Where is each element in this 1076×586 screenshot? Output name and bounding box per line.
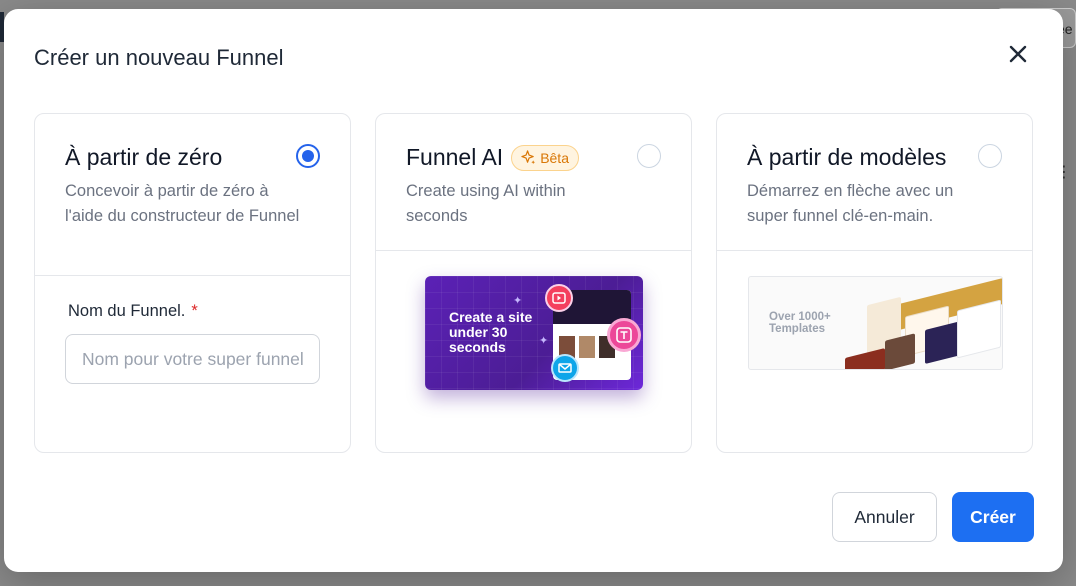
divider <box>376 250 691 251</box>
create-funnel-modal: Créer un nouveau Funnel À partir de zéro… <box>4 9 1063 572</box>
option-card-header: À partir de modèles Démarrez en flèche a… <box>717 114 1032 229</box>
beta-badge: Bêta <box>511 144 579 171</box>
ai-preview-image: Create a site under 30 seconds ✦ ✦ <box>425 276 643 390</box>
text-icon <box>607 318 641 352</box>
mail-icon <box>551 354 579 382</box>
sparkle-icon: ✦ <box>513 295 523 307</box>
funnel-name-label: Nom du Funnel. * <box>68 302 198 321</box>
beta-badge-label: Bêta <box>540 149 569 166</box>
close-button[interactable] <box>1003 39 1033 69</box>
option-radio-templates[interactable] <box>978 144 1002 168</box>
option-radio-ai[interactable] <box>637 144 661 168</box>
funnel-name-label-text: Nom du Funnel. <box>68 302 186 320</box>
divider <box>35 275 350 276</box>
option-card-templates[interactable]: À partir de modèles Démarrez en flèche a… <box>716 113 1033 453</box>
sparkle-icon: ✦ <box>539 335 549 347</box>
option-card-header: Funnel AI Bêta Create using AI within se… <box>376 114 691 229</box>
required-mark: * <box>191 302 198 320</box>
ai-preview-text: Create a site under 30 seconds <box>449 309 533 355</box>
template-thumbnail <box>845 348 885 369</box>
option-title: À partir de zéro <box>65 144 223 170</box>
option-description: Concevoir à partir de zéro à l'aide du c… <box>65 182 300 225</box>
option-title: À partir de modèles <box>747 144 947 170</box>
option-title: Funnel AI <box>406 144 504 170</box>
divider <box>717 250 1032 251</box>
option-card-scratch[interactable]: À partir de zéro Concevoir à partir de z… <box>34 113 351 453</box>
sparkle-icon <box>521 150 536 165</box>
close-icon <box>1009 45 1027 63</box>
option-card-header: À partir de zéro Concevoir à partir de z… <box>35 114 350 229</box>
funnel-options: À partir de zéro Concevoir à partir de z… <box>34 113 1034 453</box>
option-title-row: Funnel AI Bêta <box>406 144 661 171</box>
templates-preview-text: Over 1000+ Templates <box>769 311 831 335</box>
create-button[interactable]: Créer <box>952 492 1034 542</box>
option-radio-scratch[interactable] <box>296 144 320 168</box>
option-card-ai[interactable]: Funnel AI Bêta Create using AI within se… <box>375 113 692 453</box>
template-thumbnail <box>885 333 915 369</box>
funnel-name-input[interactable] <box>65 334 320 384</box>
modal-title: Créer un nouveau Funnel <box>34 45 284 70</box>
templates-preview-image: Over 1000+ Templates <box>748 276 1003 370</box>
cancel-button[interactable]: Annuler <box>832 492 937 542</box>
template-thumbnail <box>957 299 1001 359</box>
option-description: Create using AI within seconds <box>406 182 566 225</box>
option-description: Démarrez en flèche avec un super funnel … <box>747 182 954 225</box>
video-icon <box>545 284 573 312</box>
mockup-image <box>579 336 595 358</box>
